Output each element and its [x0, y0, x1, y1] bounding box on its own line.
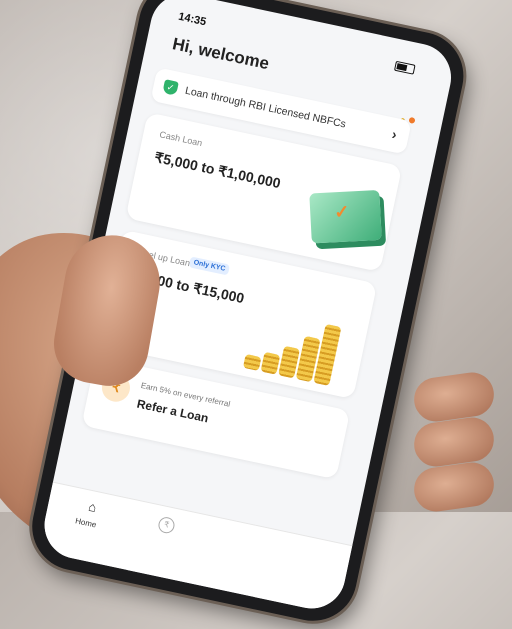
shield-icon: ✓ — [162, 79, 179, 96]
battery-icon — [393, 60, 416, 75]
chevron-right-icon: › — [390, 125, 399, 143]
card-label: Cash Loan — [158, 129, 204, 149]
kyc-badge: Only KYC — [188, 256, 231, 276]
home-icon[interactable]: ⌂ — [87, 499, 98, 515]
card-amount: ₹5,000 to ₹1,00,000 — [153, 148, 283, 192]
coins-illustration — [242, 299, 355, 388]
cash-illustration — [309, 189, 382, 244]
status-time: 14:35 — [177, 10, 208, 29]
notification-dot — [408, 116, 416, 124]
page-title: Hi, welcome — [170, 34, 271, 74]
rupee-icon[interactable]: ₹ — [156, 515, 176, 535]
nav-home-label[interactable]: Home — [74, 516, 97, 529]
banner-text: Loan through RBI Licensed NBFCs — [183, 84, 347, 131]
bottom-nav: ⌂ Home ₹ — [38, 481, 353, 615]
